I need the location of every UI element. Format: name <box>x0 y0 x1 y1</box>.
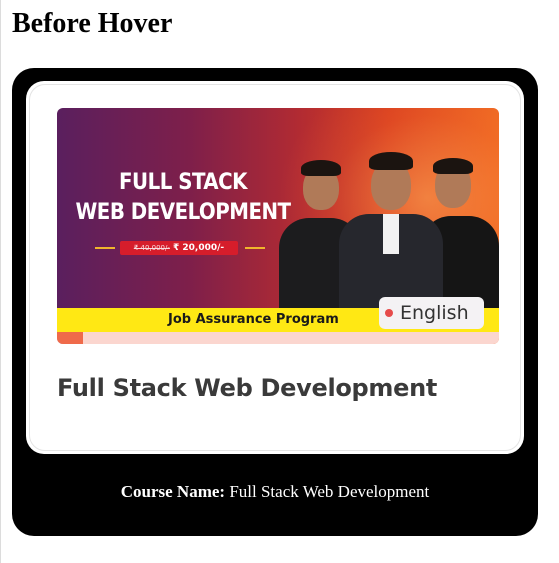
instructor-photo-center <box>339 152 443 310</box>
caption-value: Full Stack Web Development <box>229 482 430 501</box>
price-dash-left <box>95 247 115 249</box>
course-card-body[interactable]: FULL STACK WEB DEVELOPMENT ₹ 40,000/- ₹ … <box>26 81 524 454</box>
caption-label: Course Name: <box>120 482 226 501</box>
language-label: English <box>400 302 469 324</box>
language-badge: English <box>379 297 484 329</box>
ribbon-text: Job Assurance Program <box>168 312 339 327</box>
thumbnail-bottom-strip <box>57 332 499 344</box>
course-heading: Full Stack Web Development <box>57 374 438 402</box>
price-row: ₹ 40,000/- ₹ 20,000/- <box>95 241 265 255</box>
thumbnail-strip-accent <box>57 332 83 344</box>
language-dot-icon <box>385 309 393 317</box>
course-thumbnail[interactable]: FULL STACK WEB DEVELOPMENT ₹ 40,000/- ₹ … <box>57 108 499 344</box>
banner-title-line1: FULL STACK <box>119 170 247 195</box>
banner-title-line2: WEB DEVELOPMENT <box>75 200 291 225</box>
course-card[interactable]: FULL STACK WEB DEVELOPMENT ₹ 40,000/- ₹ … <box>12 68 538 536</box>
price-tag: ₹ 40,000/- ₹ 20,000/- <box>120 241 238 255</box>
page-title: Before Hover <box>12 8 173 39</box>
course-caption: Course Name: Full Stack Web Development <box>12 482 538 502</box>
page-left-border <box>0 0 1 563</box>
price-dash-right <box>245 247 265 249</box>
price-old: ₹ 40,000/- <box>133 244 170 252</box>
price-new: ₹ 20,000/- <box>173 243 225 253</box>
